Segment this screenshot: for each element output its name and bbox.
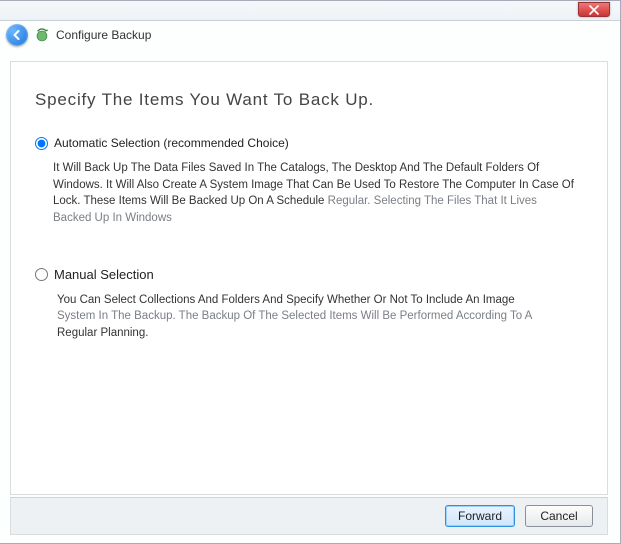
option-automatic: Automatic Selection (recommended Choice)…: [35, 136, 587, 227]
option-manual-desc-line3: Regular Planning.: [57, 325, 575, 342]
option-automatic-label: Automatic Selection (recommended Choice): [54, 136, 289, 150]
option-manual-desc-line1: You Can Select Collections And Folders A…: [57, 292, 575, 309]
breadcrumb: Configure Backup: [56, 28, 151, 42]
option-automatic-description: It Will Back Up The Data Files Saved In …: [35, 160, 575, 227]
window-close-button[interactable]: [578, 2, 610, 17]
globe-refresh-icon: [34, 27, 50, 43]
arrow-left-icon: [11, 29, 23, 41]
close-icon: [589, 5, 599, 15]
option-manual-label: Manual Selection: [54, 267, 154, 282]
back-button[interactable]: [6, 24, 28, 46]
content-panel: Specify The Items You Want To Back Up. A…: [10, 61, 608, 495]
footer-bar: Forward Cancel: [10, 497, 608, 535]
backup-wizard-window: Configure Backup Specify The Items You W…: [0, 0, 621, 544]
radio-automatic[interactable]: [35, 137, 48, 150]
option-manual-row[interactable]: Manual Selection: [35, 267, 587, 282]
cancel-button[interactable]: Cancel: [525, 505, 593, 527]
navbar: Configure Backup: [0, 21, 620, 49]
option-manual: Manual Selection You Can Select Collecti…: [35, 267, 587, 342]
page-title: Specify The Items You Want To Back Up.: [35, 90, 587, 110]
option-automatic-row[interactable]: Automatic Selection (recommended Choice): [35, 136, 587, 150]
forward-button[interactable]: Forward: [445, 505, 515, 527]
backup-app-icon: [34, 27, 50, 43]
option-manual-desc-line2: System In The Backup. The Backup Of The …: [57, 308, 575, 325]
titlebar: [0, 1, 620, 21]
option-manual-description: You Can Select Collections And Folders A…: [35, 292, 575, 342]
radio-manual[interactable]: [35, 268, 48, 281]
